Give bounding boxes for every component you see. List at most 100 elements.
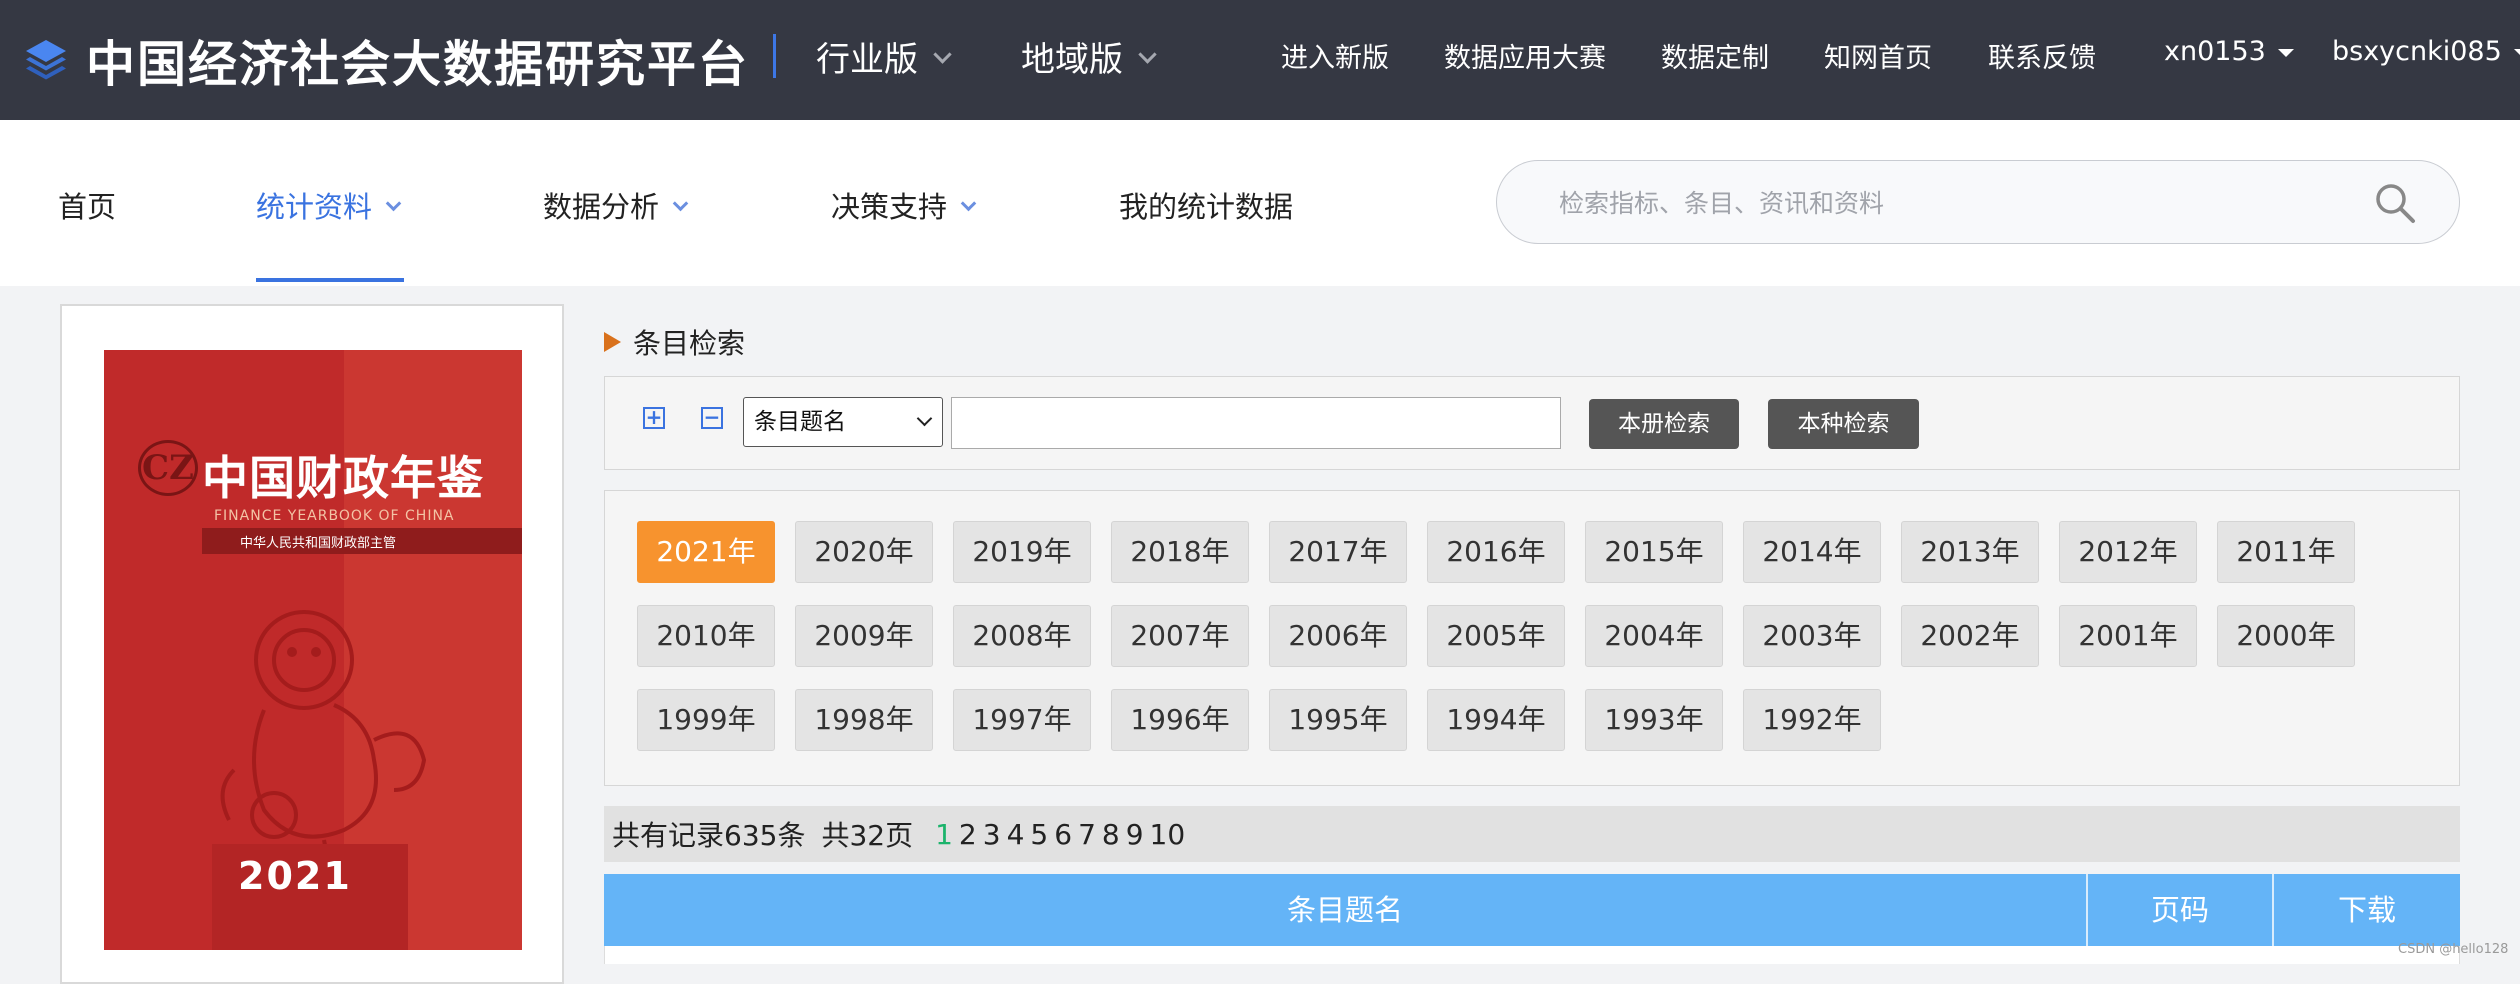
year-button[interactable]: 2021年: [637, 521, 775, 583]
pagination-bar: 共有记录635条 共32页 1 2 3 4 5 6 7 8 9 10: [604, 806, 2460, 862]
top-bar: 中国经济社会大数据研究平台 行业版 地域版 进入新版 数据应用大赛 数据定制 知…: [0, 0, 2520, 120]
chevron-down-icon: [960, 195, 977, 211]
user-menu-2[interactable]: bsxycnki085: [2332, 36, 2520, 67]
link-data-custom[interactable]: 数据定制: [1661, 36, 1769, 75]
year-button[interactable]: 1997年: [953, 689, 1091, 751]
nav-home[interactable]: 首页: [58, 184, 116, 226]
top-links: 进入新版 数据应用大赛 数据定制 知网首页 联系反馈 xn0153 bsxycn…: [0, 36, 2520, 76]
year-button[interactable]: 1993年: [1585, 689, 1723, 751]
book-year: 2021: [238, 854, 352, 898]
entries-table-header: 条目题名 页码 下载: [604, 874, 2460, 946]
page-link[interactable]: 7: [1078, 818, 1096, 851]
col-page: 页码: [2088, 874, 2274, 946]
watermark: CSDN @hello128: [2398, 942, 2509, 957]
link-feedback[interactable]: 联系反馈: [1988, 36, 2096, 75]
year-button[interactable]: 2004年: [1585, 605, 1723, 667]
year-button[interactable]: 1994年: [1427, 689, 1565, 751]
link-data-contest[interactable]: 数据应用大赛: [1444, 36, 1606, 75]
year-button[interactable]: 2018年: [1111, 521, 1249, 583]
nav-decision[interactable]: 决策支持: [831, 184, 977, 226]
page-link[interactable]: 3: [983, 818, 1001, 851]
year-button[interactable]: 2014年: [1743, 521, 1881, 583]
col-download: 下载: [2337, 893, 2396, 927]
search-icon[interactable]: [2373, 181, 2417, 225]
year-button[interactable]: 2010年: [637, 605, 775, 667]
nav-statistics-label: 统计资料: [256, 190, 373, 224]
book-title-en: FINANCE YEARBOOK OF CHINA: [214, 508, 455, 524]
global-search-input[interactable]: [1559, 183, 2339, 223]
chevron-down-icon: [385, 195, 402, 211]
year-button[interactable]: 2016年: [1427, 521, 1565, 583]
year-button[interactable]: 1998年: [795, 689, 933, 751]
link-new-version[interactable]: 进入新版: [1281, 36, 1389, 75]
nav-analysis-label: 数据分析: [543, 190, 660, 224]
nav-analysis[interactable]: 数据分析: [543, 184, 689, 226]
year-button[interactable]: 1995年: [1269, 689, 1407, 751]
search-this-volume-button[interactable]: 本册检索: [1589, 399, 1739, 449]
cover-emblem: CZ: [138, 440, 198, 496]
page-link[interactable]: 8: [1102, 818, 1120, 851]
year-button[interactable]: 2007年: [1111, 605, 1249, 667]
global-search: [1496, 160, 2460, 244]
search-field-select[interactable]: 条目题名: [743, 397, 943, 447]
nav-my-data[interactable]: 我的统计数据: [1119, 184, 1293, 226]
page-link[interactable]: 6: [1054, 818, 1072, 851]
year-button[interactable]: 2001年: [2059, 605, 2197, 667]
book-sponsor: 中华人民共和国财政部主管: [240, 536, 397, 551]
user-menu-1[interactable]: xn0153: [2164, 36, 2294, 67]
caret-down-icon: [2277, 48, 2294, 57]
page-links: 1 2 3 4 5 6 7 8 9 10: [935, 818, 1191, 851]
page-link[interactable]: 4: [1007, 818, 1025, 851]
link-cnki-home[interactable]: 知网首页: [1824, 36, 1932, 75]
chevron-down-icon: [672, 195, 689, 211]
chevron-down-icon: [916, 410, 933, 427]
year-button[interactable]: 1999年: [637, 689, 775, 751]
section-title: 条目检索: [604, 324, 745, 360]
book-title: 中国财政年鉴: [202, 451, 484, 505]
year-button[interactable]: 1992年: [1743, 689, 1881, 751]
user-menu-1-label: xn0153: [2164, 36, 2266, 67]
active-tab-indicator: [256, 278, 404, 282]
year-button[interactable]: 2002年: [1901, 605, 2039, 667]
page-count: 共32页: [821, 819, 914, 852]
year-button[interactable]: 2011年: [2217, 521, 2355, 583]
year-button[interactable]: 2020年: [795, 521, 933, 583]
year-button[interactable]: 2015年: [1585, 521, 1723, 583]
year-button[interactable]: 2009年: [795, 605, 933, 667]
nav-my-data-label: 我的统计数据: [1119, 190, 1294, 224]
triangle-right-icon: [604, 332, 621, 352]
year-button[interactable]: 2013年: [1901, 521, 2039, 583]
plus-icon[interactable]: +: [643, 407, 665, 429]
page-link[interactable]: 9: [1126, 818, 1144, 851]
year-button[interactable]: 2003年: [1743, 605, 1881, 667]
year-button[interactable]: 2005年: [1427, 605, 1565, 667]
nav-decision-label: 决策支持: [831, 190, 948, 224]
main-nav: 首页 统计资料 数据分析 决策支持 我的统计数据: [0, 120, 2520, 286]
page-link[interactable]: 1: [935, 818, 953, 851]
caret-down-icon: [2513, 48, 2520, 57]
year-button[interactable]: 2008年: [953, 605, 1091, 667]
search-this-series-button[interactable]: 本种检索: [1768, 399, 1919, 449]
page-link[interactable]: 10: [1150, 818, 1186, 851]
year-filter-panel: 2021年 2020年 2019年 2018年 2017年 2016年 2015年 2014年…: [604, 490, 2460, 786]
user-menu-2-label: bsxycnki085: [2332, 36, 2502, 67]
year-button[interactable]: 2000年: [2217, 605, 2355, 667]
nav-statistics[interactable]: 统计资料: [256, 184, 402, 226]
year-button[interactable]: 2017年: [1269, 521, 1407, 583]
year-button[interactable]: 2006年: [1269, 605, 1407, 667]
year-button[interactable]: 2012年: [2059, 521, 2197, 583]
nav-home-label: 首页: [58, 190, 117, 224]
year-button[interactable]: 1996年: [1111, 689, 1249, 751]
section-title-text: 条目检索: [633, 327, 746, 360]
minus-icon[interactable]: −: [701, 407, 723, 429]
record-count: 共有记录635条: [612, 819, 806, 852]
keyword-input[interactable]: [951, 397, 1561, 449]
entry-search-bar: + − 条目题名 本册检索 本种检索: [604, 376, 2460, 470]
page-link[interactable]: 5: [1030, 818, 1048, 851]
search-field-value: 条目题名: [754, 409, 846, 435]
book-cover[interactable]: CZ 中国财政年鉴 FINANCE YEARBOOK OF CHINA 中华人民…: [104, 350, 522, 950]
col-title: 条目题名: [604, 874, 2088, 946]
page-link[interactable]: 2: [959, 818, 977, 851]
year-button[interactable]: 2019年: [953, 521, 1091, 583]
book-cover-panel: CZ 中国财政年鉴 FINANCE YEARBOOK OF CHINA 中华人民…: [60, 304, 564, 984]
